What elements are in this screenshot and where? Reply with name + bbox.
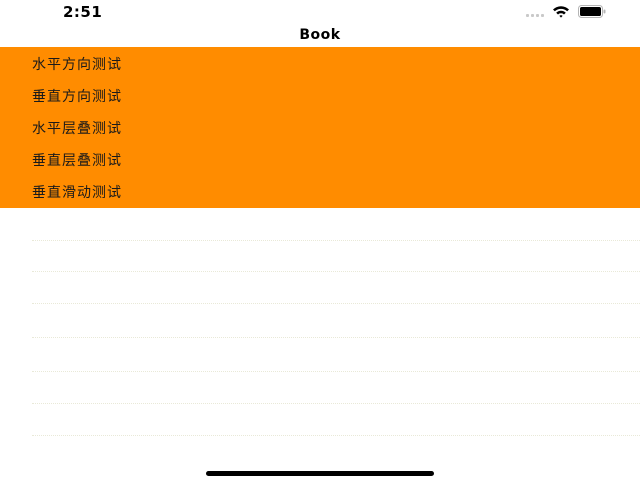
app-screen: 2:51 Book 水平方向测试 垂直方向测试 水平层叠测试 垂直层叠测试 垂直…	[0, 0, 640, 480]
menu-list: 水平方向测试 垂直方向测试 水平层叠测试 垂直层叠测试 垂直滑动测试	[0, 47, 640, 208]
status-time: 2:51	[63, 3, 103, 21]
list-item-label: 水平层叠测试	[32, 121, 122, 137]
row-separator	[32, 337, 640, 338]
list-item-label: 垂直层叠测试	[32, 153, 122, 169]
status-bar: 2:51	[0, 0, 640, 24]
page-title: Book	[299, 27, 341, 43]
row-separator	[32, 303, 640, 304]
list-item-label: 垂直滑动测试	[32, 185, 122, 201]
list-item-vertical-scroll[interactable]: 垂直滑动测试	[0, 175, 640, 207]
cellular-signal-icon	[526, 7, 544, 17]
wifi-icon	[552, 3, 570, 22]
list-item-vertical-direction[interactable]: 垂直方向测试	[0, 79, 640, 111]
battery-icon	[578, 3, 606, 22]
row-separator	[32, 435, 640, 436]
row-separator	[32, 371, 640, 372]
list-item-label: 水平方向测试	[32, 57, 122, 73]
list-item-label: 垂直方向测试	[32, 89, 122, 105]
list-item-horizontal-stack[interactable]: 水平层叠测试	[0, 111, 640, 143]
row-separator	[32, 403, 640, 404]
list-item-horizontal-direction[interactable]: 水平方向测试	[0, 47, 640, 79]
status-indicators	[526, 3, 606, 22]
list-item-vertical-stack[interactable]: 垂直层叠测试	[0, 143, 640, 175]
row-separator	[32, 240, 640, 241]
navigation-bar: Book	[0, 24, 640, 46]
home-indicator[interactable]	[206, 471, 434, 476]
row-separator	[32, 271, 640, 272]
